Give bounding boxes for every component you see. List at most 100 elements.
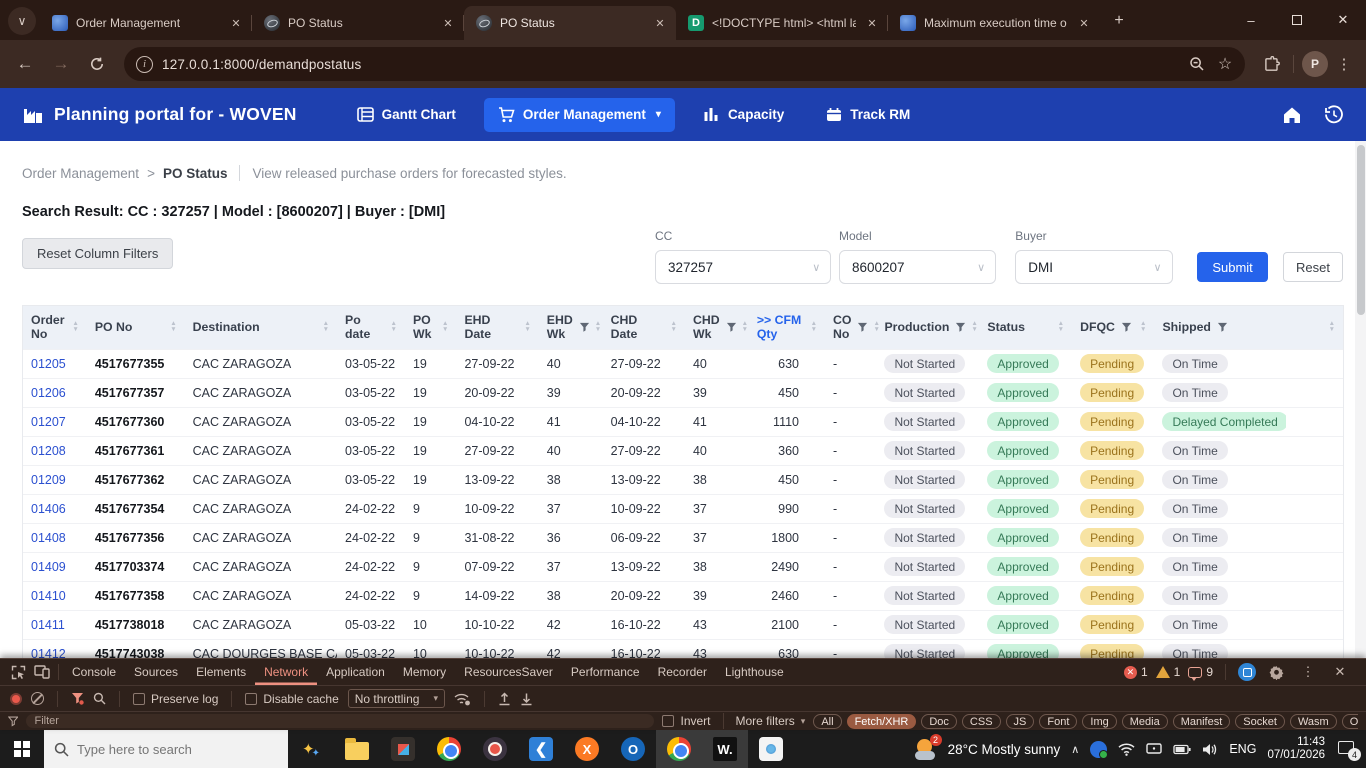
filter-funnel-icon[interactable] [71,692,84,705]
more-filters-button[interactable]: More filters ▾ [735,714,805,728]
window-close-button[interactable]: ✕ [1320,0,1366,40]
request-type-chip-fetch-xhr[interactable]: Fetch/XHR [846,713,917,729]
devtools-settings-icon[interactable] [1264,662,1288,682]
new-tab-button[interactable]: + [1106,8,1132,34]
filter-funnel-icon[interactable] [955,322,966,333]
devtools-tab-recorder[interactable]: Recorder [649,659,716,685]
tab-close-icon[interactable]: ✕ [228,15,244,31]
vscode-icon[interactable]: ❮ [518,730,564,768]
action-center-icon[interactable]: 4 [1336,739,1361,761]
order-no-link[interactable]: 01205 [31,357,66,371]
tab-close-icon[interactable]: ✕ [652,15,668,31]
devtools-tab-console[interactable]: Console [63,659,125,685]
request-type-chip-manifest[interactable]: Manifest [1172,713,1231,729]
battery-icon[interactable] [1173,744,1191,755]
sort-icon[interactable]: ▲ ▼ [737,321,748,334]
start-button[interactable] [0,730,44,768]
w-app-icon[interactable]: W. [702,730,748,768]
order-no-link[interactable]: 01409 [31,560,66,574]
profile-avatar[interactable]: P [1302,51,1328,77]
outlook-icon[interactable]: O [610,730,656,768]
devtools-tab-memory[interactable]: Memory [394,659,455,685]
wifi-icon[interactable] [1118,743,1135,756]
network-filter-input[interactable] [26,714,655,728]
display-icon[interactable] [1146,742,1163,756]
console-error-count[interactable]: ✕ 1 [1123,665,1148,679]
forward-button[interactable]: → [46,49,76,79]
buyer-select[interactable]: DMI ∨ [1015,250,1173,284]
sort-icon[interactable]: ▲ ▼ [966,321,977,334]
column-header-cfm-qty[interactable]: >> CFM Qty ▲ ▼ [748,306,825,349]
device-toolbar-icon[interactable] [30,662,54,682]
sort-icon[interactable]: ▲ ▼ [666,321,677,334]
tab-close-icon[interactable]: ✕ [864,15,880,31]
window-minimize-button[interactable]: – [1228,0,1274,40]
nav-item-order-management[interactable]: Order Management ▾ [483,97,675,132]
sort-icon[interactable]: ▲ ▼ [590,321,601,334]
submit-button[interactable]: Submit [1197,252,1268,282]
chrome-active-icon[interactable] [656,730,702,768]
order-no-link[interactable]: 01412 [31,647,66,658]
column-header-chd-date[interactable]: CHD Date ▲ ▼ [602,306,685,349]
clock[interactable]: 11:43 07/01/2026 [1267,736,1325,762]
order-no-link[interactable]: 01206 [31,386,66,400]
breadcrumb-parent[interactable]: Order Management [22,166,139,181]
order-no-link[interactable]: 01411 [31,618,65,632]
brand[interactable]: Planning portal for - WOVEN [22,104,297,125]
export-har-icon[interactable] [520,692,533,706]
column-header-ehd-date[interactable]: EHD Date ▲ ▼ [456,306,539,349]
chrome-icon[interactable] [426,730,472,768]
column-header-co-no[interactable]: CO No ▲ ▼ [825,306,880,349]
request-type-chip-media[interactable]: Media [1121,713,1168,729]
request-type-chip-all[interactable]: All [813,713,842,729]
browser-tab[interactable]: Maximum execution time o ✕ [888,6,1100,40]
request-type-chip-img[interactable]: Img [1082,713,1117,729]
reset-column-filters-button[interactable]: Reset Column Filters [22,238,174,269]
column-header-po-no[interactable]: PO No ▲ ▼ [86,306,185,349]
request-type-chip-css[interactable]: CSS [961,713,1001,729]
devtools-tab-lighthouse[interactable]: Lighthouse [716,659,793,685]
url-text[interactable]: 127.0.0.1:8000/demandpostatus [162,57,1183,72]
column-header-status[interactable]: Status ▲ ▼ [979,306,1073,349]
devtools-tab-sources[interactable]: Sources [125,659,187,685]
column-header-col[interactable]: ▲ ▼ [1286,306,1343,349]
site-info-icon[interactable]: i [136,55,153,73]
filter-funnel-icon[interactable] [1217,322,1228,333]
xampp-icon[interactable]: X [564,730,610,768]
window-maximize-button[interactable] [1274,0,1320,40]
filter-funnel-icon[interactable] [579,322,590,333]
order-no-link[interactable]: 01410 [31,589,66,603]
preserve-log-checkbox[interactable]: Preserve log [133,692,218,706]
invert-checkbox[interactable]: Invert [662,714,711,728]
clear-network-log-icon[interactable] [31,692,44,705]
devtools-close-icon[interactable]: ✕ [1328,662,1352,682]
request-type-chip-js[interactable]: JS [1005,713,1035,729]
devtools-menu-icon[interactable]: ⋮ [1296,662,1320,682]
request-type-chip-font[interactable]: Font [1039,713,1078,729]
screen-recorder-icon[interactable] [472,730,518,768]
sort-icon[interactable]: ▲ ▼ [1324,321,1335,334]
column-header-chd-wk[interactable]: CHD Wk ▲ ▼ [684,306,749,349]
column-header-order-no[interactable]: Order No ▲ ▼ [23,306,87,349]
page-scrollbar[interactable] [1355,141,1366,658]
taskbar-search[interactable] [44,730,288,768]
devtools-tab-resourcessaver[interactable]: ResourcesSaver [455,659,562,685]
browser-menu-icon[interactable]: ⋮ [1332,55,1356,73]
network-conditions-icon[interactable] [454,692,471,706]
search-highlights-icon[interactable]: ✦ ✦ [288,740,334,759]
file-explorer-icon[interactable] [334,730,380,768]
request-type-chip-socket[interactable]: Socket [1235,713,1285,729]
security-app-icon[interactable] [1090,740,1109,759]
taskbar-search-input[interactable] [77,741,247,757]
sort-icon[interactable]: ▲ ▼ [519,321,530,334]
sort-icon[interactable]: ▲ ▼ [67,321,78,334]
back-button[interactable]: ← [10,49,40,79]
tab-close-icon[interactable]: ✕ [1076,15,1092,31]
nav-item-gantt-chart[interactable]: Gantt Chart [343,98,470,131]
throttling-select[interactable]: No throttling ▾ [347,689,445,708]
devtools-tab-performance[interactable]: Performance [562,659,649,685]
sort-icon[interactable]: ▲ ▼ [1053,321,1064,334]
reset-button[interactable]: Reset [1283,252,1344,282]
request-type-chip-doc[interactable]: Doc [921,713,957,729]
request-type-chip-wasm[interactable]: Wasm [1289,713,1337,729]
